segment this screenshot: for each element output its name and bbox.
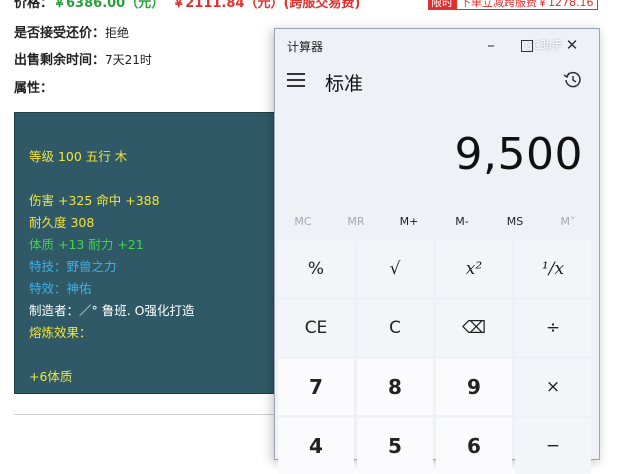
memory-store-button[interactable]: MS xyxy=(489,215,541,228)
calculator-window[interactable]: 计算器 CC助手 – ✕ 标准 9,500 MC MR M+ M- MS M˅ … xyxy=(274,28,600,474)
memory-recall-button[interactable]: MR xyxy=(330,215,382,228)
window-title: 计算器 xyxy=(287,40,324,54)
bargain-value: 拒绝 xyxy=(105,26,130,40)
mode-title: 标准 xyxy=(325,73,364,95)
minus-button[interactable]: − xyxy=(515,418,591,474)
maximize-icon xyxy=(521,39,533,52)
sqrt-button[interactable]: √ xyxy=(357,241,433,297)
divide-button[interactable]: ÷ xyxy=(515,300,591,356)
item-smelt-label: 熔炼效果： xyxy=(29,325,92,340)
maximize-button[interactable] xyxy=(507,33,547,57)
backspace-button[interactable]: ⌫ xyxy=(436,300,512,356)
memory-row: MC MR M+ M- MS M˅ xyxy=(275,215,599,235)
promo-badge[interactable]: 限时 下单立减跨服费￥1278.16 xyxy=(428,0,598,10)
digit-6-button[interactable]: 6 xyxy=(436,418,512,474)
title-bar[interactable]: 计算器 CC助手 – ✕ xyxy=(275,29,599,61)
reciprocal-button[interactable]: ¹/x xyxy=(515,241,591,297)
memory-add-button[interactable]: M+ xyxy=(383,215,435,228)
digit-9-button[interactable]: 9 xyxy=(436,359,512,415)
promo-tag: 限时 xyxy=(428,0,456,10)
cross-server-fee: ￥2111.84（元）(跨服交易费) xyxy=(172,0,361,11)
percent-button[interactable]: % xyxy=(278,241,354,297)
digit-4-button[interactable]: 4 xyxy=(278,418,354,474)
history-icon[interactable] xyxy=(563,70,583,90)
item-attributes-panel: 等级 100 五行 木 伤害 +325 命中 +388 耐久度 308 体质 +… xyxy=(14,112,286,394)
time-row: 出售剩余时间：7天21时 xyxy=(14,49,152,68)
memory-clear-button[interactable]: MC xyxy=(277,215,329,228)
bargain-row: 是否接受还价：拒绝 xyxy=(14,22,129,41)
memory-list-button[interactable]: M˅ xyxy=(542,215,594,228)
clear-button[interactable]: C xyxy=(357,300,433,356)
attr-row: 属性： xyxy=(14,77,53,96)
price-value: ￥6386.00（元） xyxy=(53,0,165,11)
price-label: 价格： xyxy=(14,0,54,11)
item-maker: 制造者：／° 鲁班. O强化打造 xyxy=(29,303,195,318)
attr-label: 属性： xyxy=(14,81,54,96)
digit-7-button[interactable]: 7 xyxy=(278,359,354,415)
item-level: 等级 100 五行 木 xyxy=(29,149,128,164)
promo-text: 下单立减跨服费￥1278.16 xyxy=(456,0,598,10)
item-skill: 特技：野兽之力 xyxy=(29,259,117,274)
item-damage: 伤害 +325 命中 +388 xyxy=(29,193,160,208)
minimize-button[interactable]: – xyxy=(471,33,511,57)
multiply-button[interactable]: × xyxy=(515,359,591,415)
clear-entry-button[interactable]: CE xyxy=(278,300,354,356)
time-value: 7天21时 xyxy=(105,53,152,67)
result-display: 9,500 xyxy=(454,129,583,180)
bargain-label: 是否接受还价： xyxy=(14,26,106,41)
time-label: 出售剩余时间： xyxy=(14,53,106,68)
item-effect: 特效：神佑 xyxy=(29,281,92,296)
hamburger-icon xyxy=(287,73,305,75)
item-constitution: 体质 +13 耐力 +21 xyxy=(29,237,144,252)
digit-5-button[interactable]: 5 xyxy=(357,418,433,474)
item-durability: 耐久度 308 xyxy=(29,215,95,230)
close-button[interactable]: ✕ xyxy=(552,33,592,57)
digit-8-button[interactable]: 8 xyxy=(357,359,433,415)
price-row: 价格：￥6386.00（元） ￥2111.84（元）(跨服交易费) xyxy=(14,0,360,11)
memory-subtract-button[interactable]: M- xyxy=(436,215,488,228)
square-button[interactable]: x² xyxy=(436,241,512,297)
divider xyxy=(14,414,276,415)
item-smelt-value: +6体质 xyxy=(29,369,73,384)
menu-button[interactable] xyxy=(287,73,305,87)
